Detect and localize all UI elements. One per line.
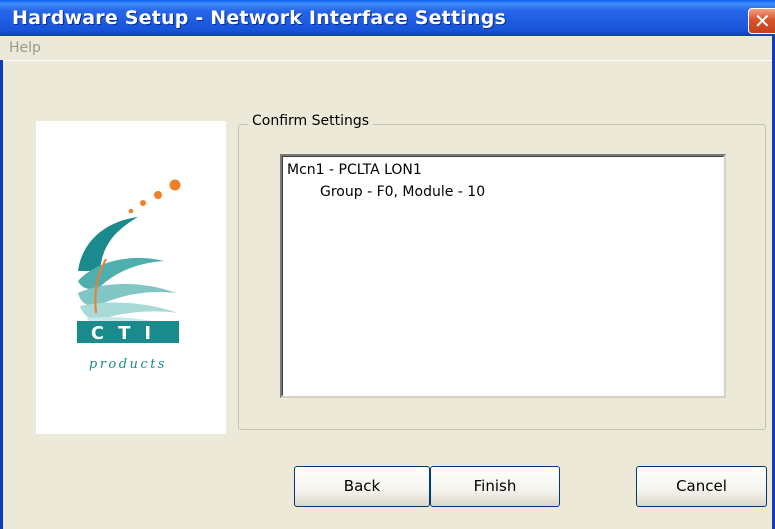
close-button[interactable]: ✕ (748, 8, 775, 34)
logo-brand-text: CTI (91, 323, 165, 344)
menu-help[interactable]: Help (9, 40, 41, 56)
confirm-settings-label: Confirm Settings (248, 113, 374, 129)
cancel-button[interactable]: Cancel (636, 466, 767, 507)
finish-button[interactable]: Finish (430, 466, 560, 507)
list-item[interactable]: Mcn1 - PCLTA LON1 (287, 162, 422, 178)
menu-bar: Help (0, 36, 775, 61)
logo-dot (154, 191, 162, 199)
window-frame-left (0, 60, 3, 529)
title-bar[interactable]: Hardware Setup - Network Interface Setti… (0, 0, 775, 36)
close-icon: ✕ (754, 9, 771, 33)
window-title: Hardware Setup - Network Interface Setti… (12, 7, 506, 29)
logo-panel: CTI products (36, 121, 226, 434)
cti-logo: CTI products (77, 179, 181, 372)
logo-tagline: products (89, 357, 167, 372)
list-item[interactable]: Group - F0, Module - 10 (320, 184, 485, 200)
logo-dot (169, 179, 181, 191)
logo-dot (128, 208, 134, 214)
back-button[interactable]: Back (294, 466, 430, 507)
settings-listbox[interactable]: Mcn1 - PCLTA LON1 Group - F0, Module - 1… (280, 154, 726, 398)
logo-dot (140, 200, 146, 206)
